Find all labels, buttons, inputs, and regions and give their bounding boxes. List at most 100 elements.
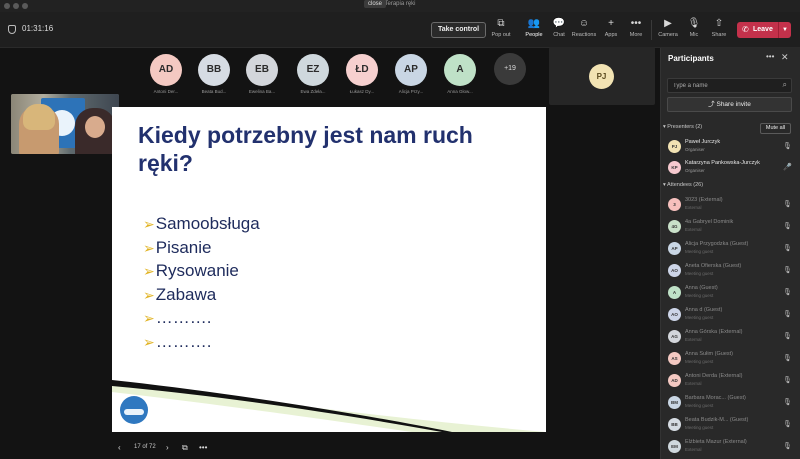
attendees-header-label: Attendees (26): [667, 182, 704, 188]
slide-bullet: ➢Zabawa: [143, 283, 260, 307]
avatar-tile[interactable]: EZ Ewa Zdeła...: [285, 54, 341, 94]
organization-logo: [120, 396, 148, 424]
meeting-toolbar: 01:31:16 Take control ⧉ Pop out 👥 People…: [0, 12, 800, 48]
avatar: EZ: [297, 54, 329, 86]
avatar: AS: [668, 352, 681, 365]
more-icon: •••: [630, 18, 642, 29]
avatar: AD: [668, 374, 681, 387]
participant-role: Meeting guest: [685, 271, 714, 276]
participant-row[interactable]: AO Anna d (Guest) Meeting guest 🎙: [667, 306, 795, 326]
avatar-tile[interactable]: AP Alicja Przy...: [383, 54, 439, 94]
slides-overview-icon[interactable]: ⧉: [182, 443, 188, 453]
apps-button[interactable]: + Apps: [597, 17, 625, 38]
reactions-icon: ☺: [578, 18, 590, 29]
pop-out-button[interactable]: ⧉ Pop out: [487, 17, 515, 38]
slide-bullet-text: Zabawa: [155, 284, 217, 304]
avatar-tile[interactable]: EB Ewelina Ba...: [234, 54, 290, 94]
more-button[interactable]: ••• More: [622, 17, 650, 38]
share-button[interactable]: ⇧ Share: [705, 17, 733, 38]
mic-off-icon: 🎙: [783, 377, 792, 384]
participant-row[interactable]: AG Anna Górska (External) External 🎙: [667, 328, 795, 348]
avatar: 3: [668, 198, 681, 211]
avatar: PJ: [668, 140, 681, 153]
mic-off-icon: 🎙: [687, 18, 701, 29]
participant-row[interactable]: 3 3023 (External) External 🎙: [667, 196, 795, 216]
search-input[interactable]: [673, 81, 773, 91]
participant-name: Anna (Guest): [685, 285, 718, 291]
avatar: AO: [668, 264, 681, 277]
previous-slide-icon[interactable]: ‹: [118, 443, 121, 452]
people-label: People: [525, 32, 543, 38]
participants-panel: Participants ••• ✕ ⌕ ⤴ Share invite ▾ Pr…: [660, 48, 800, 459]
avatar: ŁD: [346, 54, 378, 86]
participant-role: Meeting guest: [685, 315, 714, 320]
participant-name: Elżbieta Mazur (External): [685, 439, 747, 445]
arrow-bullet-icon: ➢: [143, 216, 155, 232]
more-participants-button[interactable]: +19: [494, 53, 526, 85]
participant-row[interactable]: AS Anna Sułim (Guest) Meeting guest 🎙: [667, 350, 795, 370]
share-invite-button[interactable]: ⤴ Share invite: [667, 97, 792, 112]
avatar: PJ: [589, 64, 614, 89]
shared-slide: Kiedy potrzebny jest nam ruch ręki? ➢Sam…: [112, 107, 546, 432]
chat-label: Chat: [553, 32, 565, 38]
share-invite-label: Share invite: [716, 101, 751, 108]
arrow-bullet-icon: ➢: [143, 310, 155, 326]
participant-role: Meeting guest: [685, 359, 714, 364]
avatar-name: Ewa Zdeła...: [300, 89, 326, 94]
camera-icon: ▶: [664, 18, 672, 29]
avatar-tile[interactable]: ŁD Łukasz Dy...: [334, 54, 390, 94]
close-icon[interactable]: ✕: [781, 52, 789, 63]
participant-search[interactable]: ⌕: [667, 78, 792, 93]
window-titlebar: Terapia ręki close: [0, 0, 800, 12]
participant-row[interactable]: 4G 4a Gabryel Dominik External 🎙: [667, 218, 795, 238]
slide-bullet-text: ……….: [155, 331, 212, 351]
mic-icon: 🎤: [783, 164, 792, 171]
participant-row[interactable]: BM Barbara Morac... (Guest) Meeting gues…: [667, 394, 795, 414]
apps-label: Apps: [604, 32, 618, 38]
participant-row[interactable]: BB Beata Budzik-M... (Guest) Meeting gue…: [667, 416, 795, 436]
pop-out-icon: ⧉: [497, 18, 505, 29]
participant-name: Beata Budzik-M... (Guest): [685, 417, 749, 423]
participant-row[interactable]: PJ Paweł Jurczyk Organiser 🎙: [667, 138, 795, 158]
more-icon[interactable]: •••: [766, 52, 774, 61]
avatar: BM: [668, 396, 681, 409]
participant-role: External: [685, 227, 702, 232]
participant-row[interactable]: AO Aneta Ofierska (Guest) Meeting guest …: [667, 262, 795, 282]
next-slide-icon[interactable]: ›: [166, 443, 169, 452]
mic-label: Mic: [689, 32, 699, 38]
reactions-button[interactable]: ☺ Reactions: [570, 17, 598, 38]
window-title: Terapia ręki: [384, 1, 416, 7]
mic-button[interactable]: 🎙 Mic: [680, 17, 708, 38]
participant-row[interactable]: AD Antoni Derda (External) External 🎙: [667, 372, 795, 392]
participant-name: Alicja Przygodzka (Guest): [685, 241, 749, 247]
phone-icon: ✆: [742, 25, 749, 34]
attendees-section-header[interactable]: ▾ Attendees (26): [663, 182, 703, 188]
mic-off-icon: 🎙: [783, 223, 792, 230]
leave-button[interactable]: ✆ Leave ▼: [737, 22, 791, 38]
avatar-name: Ewelina Ba...: [248, 89, 276, 94]
slide-page-counter: 17 of 72: [134, 444, 156, 450]
people-button[interactable]: 👥 People: [520, 17, 548, 38]
participant-role: Meeting guest: [685, 249, 714, 254]
presenters-section-header[interactable]: ▾ Presenters (2): [663, 124, 702, 130]
people-icon: 👥: [527, 18, 541, 29]
self-video-tile[interactable]: [11, 94, 119, 154]
slide-bullet-text: Samoobsługa: [155, 214, 260, 233]
avatar-tile[interactable]: A Anna Głow...: [432, 54, 488, 94]
arrow-bullet-icon: ➢: [143, 263, 155, 279]
participant-row[interactable]: AP Alicja Przygodzka (Guest) Meeting gue…: [667, 240, 795, 260]
chevron-down-icon[interactable]: ▼: [778, 22, 791, 38]
speaker-tile[interactable]: PJ: [549, 47, 655, 105]
take-control-button[interactable]: Take control: [431, 22, 486, 38]
mute-all-button[interactable]: Mute all: [760, 123, 791, 134]
camera-button[interactable]: ▶ Camera: [654, 17, 682, 38]
arrow-bullet-icon: ➢: [143, 286, 155, 303]
participant-row[interactable]: KP Katarzyna Pankowska-Jurczyk Organiser…: [667, 159, 795, 179]
chat-button[interactable]: 💬 Chat: [545, 17, 573, 38]
slide-bullet: ➢……….: [143, 306, 260, 330]
participant-row[interactable]: EM Elżbieta Mazur (External) External 🎙: [667, 438, 795, 458]
video-person-right-face: [85, 116, 105, 138]
slide-bullet-list: ➢Samoobsługa ➢Pisanie ➢Rysowanie ➢Zabawa…: [143, 212, 260, 353]
slide-more-icon[interactable]: •••: [199, 443, 207, 452]
participant-row[interactable]: A Anna (Guest) Meeting guest 🎙: [667, 284, 795, 304]
